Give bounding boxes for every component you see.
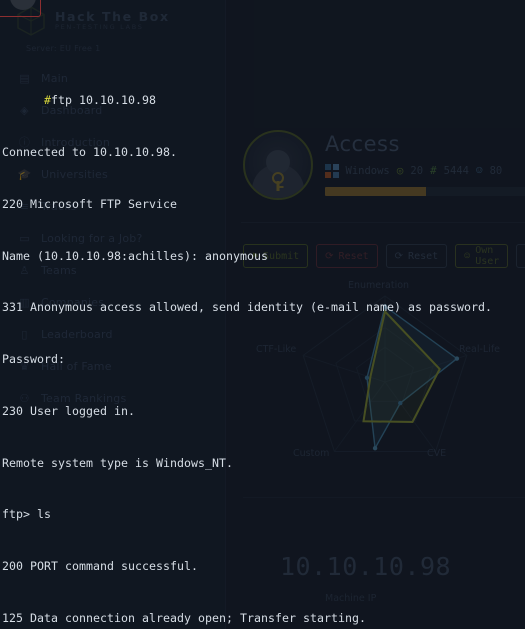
terminal-line: #ftp 10.10.10.98 [2, 92, 525, 109]
terminal-line: Connected to 10.10.10.98. [2, 145, 178, 159]
terminal-window[interactable]: #ftp 10.10.10.98 Connected to 10.10.10.9… [0, 0, 525, 629]
terminal-line: 200 PORT command successful. [2, 559, 199, 573]
prompt-frame-decoration [0, 0, 41, 17]
terminal-line: 125 Data connection already open; Transf… [2, 610, 367, 625]
terminal-output[interactable]: #ftp 10.10.10.98 Connected to 10.10.10.9… [0, 0, 525, 629]
terminal-line: Remote system type is Windows_NT. [2, 455, 234, 470]
prompt-symbol: # [44, 93, 52, 108]
terminal-line: Password: [2, 352, 66, 366]
terminal-line: Name (10.10.10.98:achilles): anonymous [2, 248, 269, 263]
terminal-line: 230 User logged in. [2, 403, 136, 418]
terminal-line: 331 Anonymous access allowed, send ident… [2, 300, 493, 315]
terminal-line: 220 Microsoft FTP Service [2, 196, 178, 211]
terminal-line: ftp> ls [2, 507, 52, 522]
terminal-command: ftp 10.10.10.98 [51, 93, 157, 108]
